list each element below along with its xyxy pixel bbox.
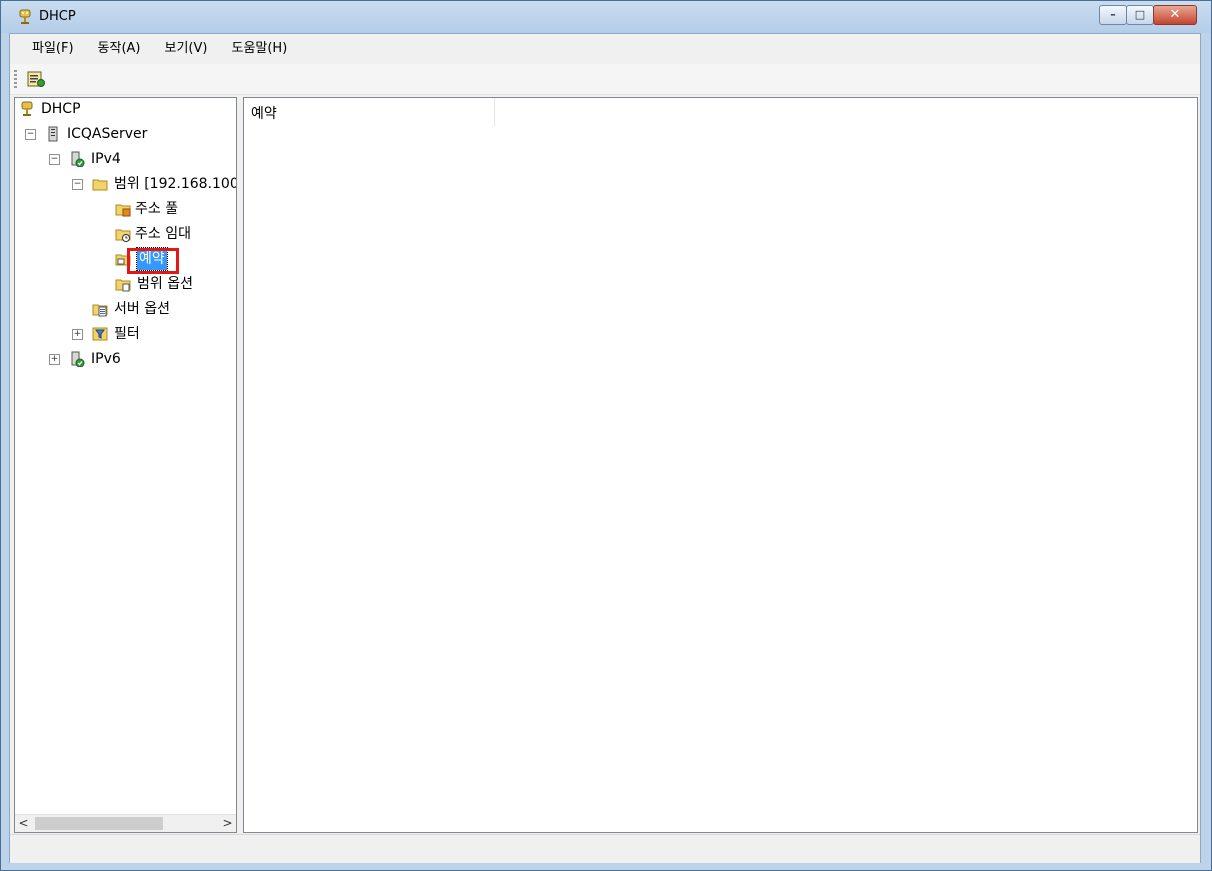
selection-highlight-box — [127, 248, 179, 274]
tree-label-server-options: 서버 옵션 — [114, 301, 170, 317]
tree-label-dhcp: DHCP — [41, 101, 81, 117]
tree-horizontal-scrollbar[interactable]: < > — [15, 814, 236, 832]
menu-view[interactable]: 보기(V) — [153, 34, 220, 64]
tree-label-address-pool: 주소 풀 — [135, 201, 179, 217]
status-bar — [10, 834, 1200, 863]
folder-icon — [92, 179, 108, 191]
dhcp-app-icon — [19, 9, 31, 24]
tree-label-filters: 필터 — [114, 326, 140, 342]
ipv4-icon — [71, 151, 85, 167]
properties-icon[interactable] — [26, 69, 46, 89]
details-pane[interactable]: 예약 — [243, 97, 1198, 833]
collapse-icon[interactable]: − — [72, 179, 83, 190]
window-title: DHCP — [39, 9, 76, 24]
window-client-area: 파일(F) 동작(A) 보기(V) 도움말(H) DHCP − ICQAServ… — [9, 33, 1201, 863]
ipv6-icon — [71, 351, 85, 367]
tree-label-scope: 범위 [192.168.100 — [114, 176, 237, 192]
server-icon — [48, 126, 58, 142]
title-bar[interactable]: DHCP – □ ✕ — [1, 1, 1211, 33]
toolbar — [10, 64, 1200, 95]
menu-help[interactable]: 도움말(H) — [219, 34, 299, 64]
menu-file[interactable]: 파일(F) — [10, 34, 86, 64]
tree-label-server: ICQAServer — [67, 126, 148, 142]
close-icon: ✕ — [1169, 7, 1181, 22]
column-header-label: 예약 — [251, 106, 277, 122]
scroll-right-icon[interactable]: > — [219, 815, 236, 832]
server-options-icon — [92, 304, 108, 317]
tree-label-ipv4: IPv4 — [91, 151, 121, 167]
menu-bar: 파일(F) 동작(A) 보기(V) 도움말(H) — [10, 34, 1200, 64]
address-leases-icon — [115, 229, 131, 242]
tree-label-ipv6: IPv6 — [91, 351, 121, 367]
minimize-button[interactable]: – — [1099, 5, 1127, 25]
tree-label-scope-options: 범위 옵션 — [137, 276, 193, 292]
maximize-button[interactable]: □ — [1126, 5, 1154, 25]
scrollbar-thumb[interactable] — [35, 817, 163, 830]
maximize-icon: □ — [1134, 8, 1146, 21]
menu-action[interactable]: 동작(A) — [86, 34, 153, 64]
column-header-reservations[interactable]: 예약 — [244, 98, 495, 126]
address-pool-icon — [115, 204, 131, 217]
expand-icon[interactable]: + — [49, 354, 60, 365]
tree-label-address-leases: 주소 임대 — [135, 226, 191, 242]
dhcp-icon — [21, 101, 33, 116]
toolbar-grip[interactable] — [14, 70, 17, 88]
collapse-icon[interactable]: − — [25, 129, 36, 140]
dhcp-window: DHCP – □ ✕ 파일(F) 동작(A) 보기(V) 도움말(H) DHCP… — [0, 0, 1212, 871]
console-tree[interactable]: DHCP − ICQAServer − IPv4 − 범위 [192.168.1… — [14, 97, 237, 833]
minimize-icon: – — [1110, 8, 1116, 21]
expand-icon[interactable]: + — [72, 329, 83, 340]
close-button[interactable]: ✕ — [1153, 5, 1197, 25]
filter-icon — [92, 327, 108, 341]
scope-options-icon — [115, 279, 131, 292]
collapse-icon[interactable]: − — [49, 154, 60, 165]
scroll-left-icon[interactable]: < — [15, 815, 32, 832]
